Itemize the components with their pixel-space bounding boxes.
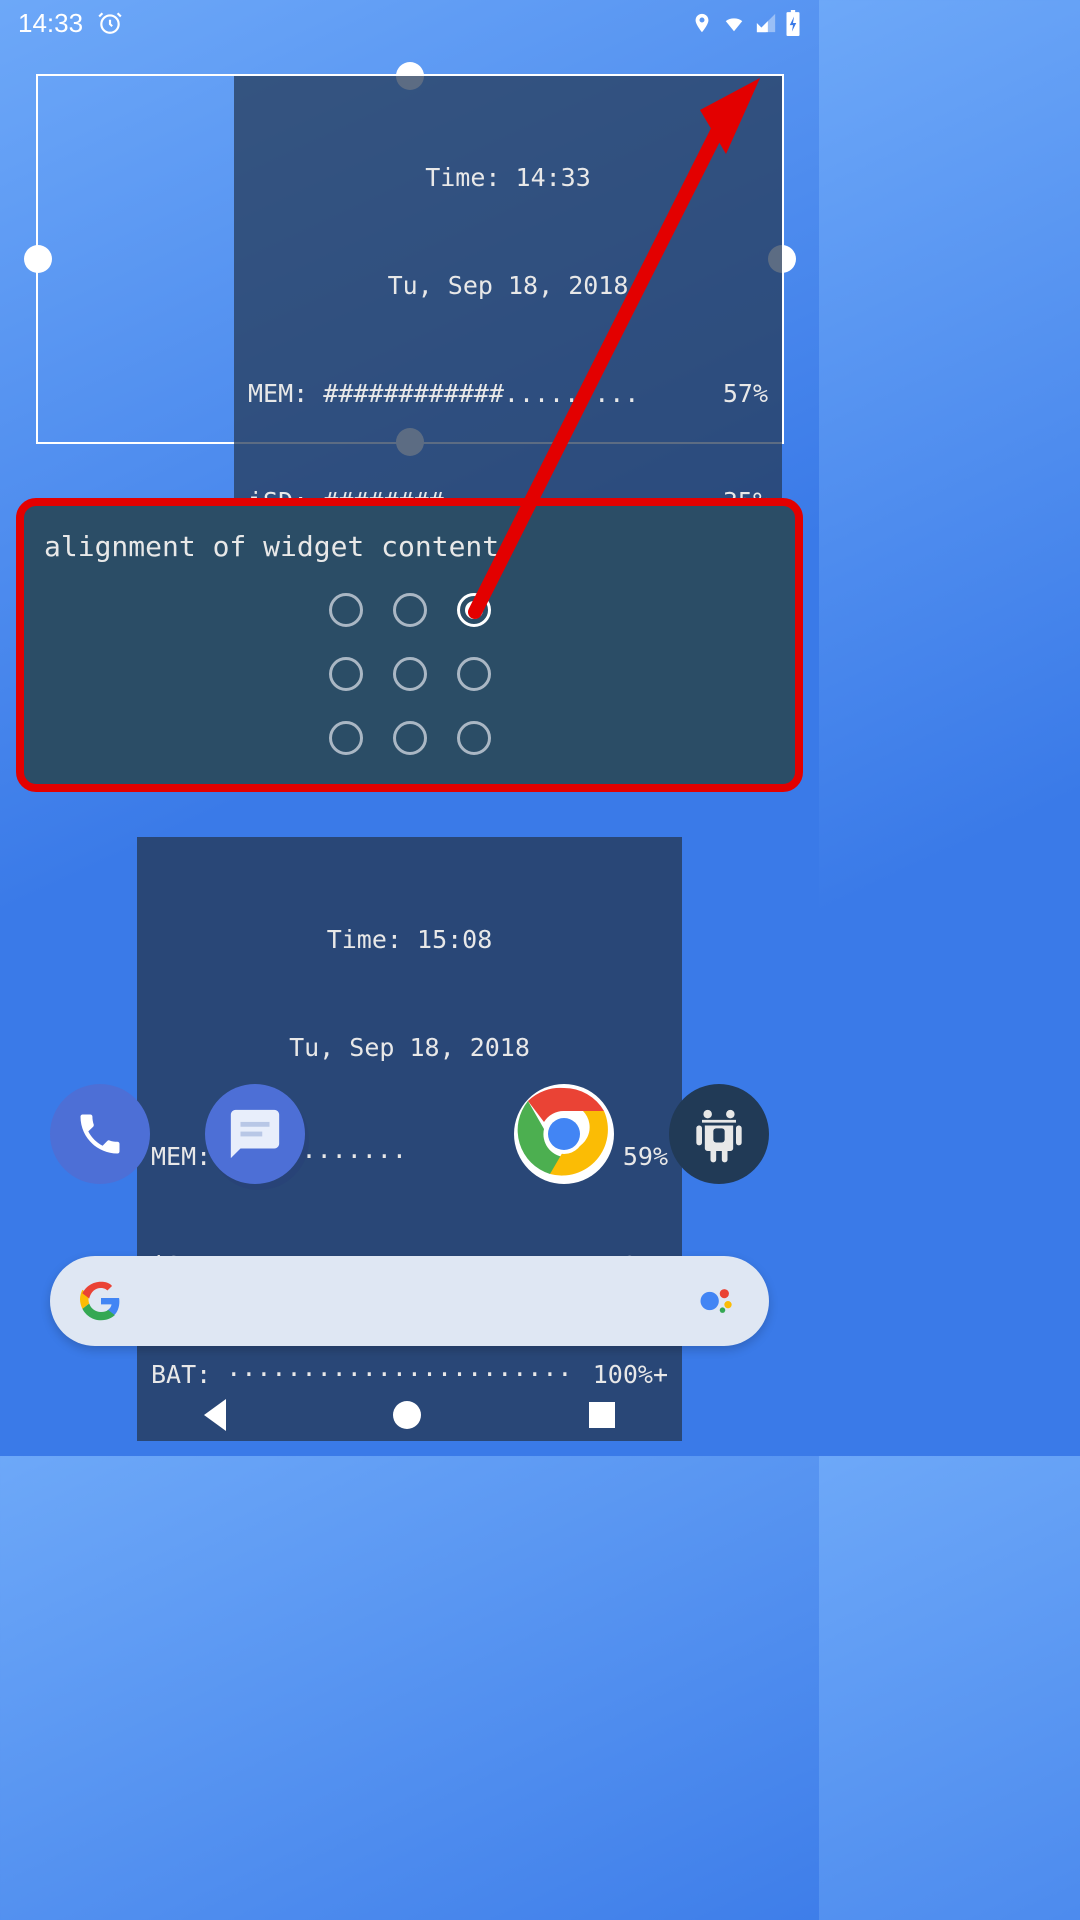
- align-top-right[interactable]: [457, 593, 491, 627]
- google-logo-icon: [80, 1280, 122, 1322]
- align-bottom-center[interactable]: [393, 721, 427, 755]
- resize-handle-left[interactable]: [24, 245, 52, 273]
- alignment-label: alignment of widget content:: [44, 530, 775, 563]
- status-time: 14:33: [18, 8, 83, 39]
- alignment-radio-grid: [44, 593, 775, 755]
- wifi-icon: [721, 12, 747, 34]
- battery-charging-icon: [785, 10, 801, 36]
- dock: [0, 1084, 819, 1184]
- widget2-date: Tu, Sep 18, 2018: [151, 1030, 668, 1066]
- align-middle-center[interactable]: [393, 657, 427, 691]
- signal-icon: [755, 12, 777, 34]
- phone-app-icon[interactable]: [50, 1084, 150, 1184]
- align-middle-left[interactable]: [329, 657, 363, 691]
- align-top-left[interactable]: [329, 593, 363, 627]
- alignment-panel: alignment of widget content:: [16, 498, 803, 792]
- widget1-mem-row: MEM: ############.........57%: [248, 376, 768, 412]
- google-search-bar[interactable]: [50, 1256, 769, 1346]
- assistant-icon[interactable]: [695, 1279, 739, 1323]
- status-bar: 14:33: [0, 0, 819, 46]
- alarm-icon: [97, 10, 123, 36]
- nav-back-button[interactable]: [204, 1399, 226, 1431]
- align-top-center[interactable]: [393, 593, 427, 627]
- align-middle-right[interactable]: [457, 657, 491, 691]
- widget-resize-frame[interactable]: Time: 14:33 Tu, Sep 18, 2018 MEM: ######…: [36, 74, 784, 444]
- align-bottom-left[interactable]: [329, 721, 363, 755]
- chrome-app-icon[interactable]: [514, 1084, 614, 1184]
- nav-home-button[interactable]: [393, 1401, 421, 1429]
- android-app-icon[interactable]: [669, 1084, 769, 1184]
- messages-app-icon[interactable]: [205, 1084, 305, 1184]
- align-bottom-right[interactable]: [457, 721, 491, 755]
- nav-bar: [0, 1386, 819, 1444]
- location-icon: [691, 12, 713, 34]
- nav-recent-button[interactable]: [589, 1402, 615, 1428]
- widget1-time: Time: 14:33: [248, 160, 768, 196]
- widget2-time: Time: 15:08: [151, 922, 668, 958]
- widget1-date: Tu, Sep 18, 2018: [248, 268, 768, 304]
